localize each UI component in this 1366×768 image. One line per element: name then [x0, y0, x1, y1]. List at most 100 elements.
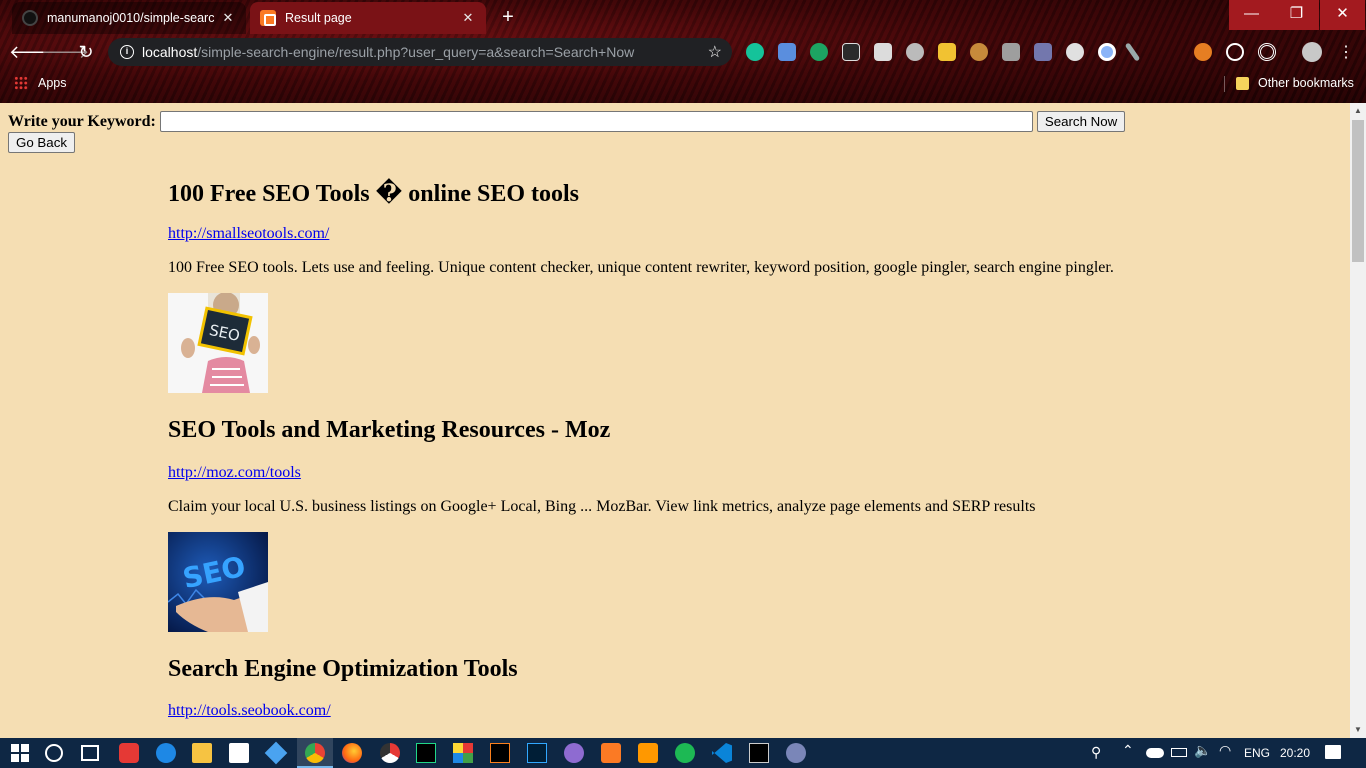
intellij-icon[interactable] — [490, 743, 510, 763]
terminal-icon[interactable] — [749, 743, 769, 763]
keyword-label: Write your Keyword: — [8, 112, 156, 130]
search-form: Write your Keyword: Search Now — [8, 111, 1126, 132]
bookmarks-bar: Apps Other bookmarks — [0, 72, 1366, 96]
clipboard-extension-icon[interactable] — [938, 43, 956, 61]
app-swirl-icon[interactable] — [786, 743, 806, 763]
tab-result-page[interactable]: Result page ✕ — [250, 2, 486, 34]
grammarly-extension-icon[interactable] — [746, 43, 764, 61]
edge-icon[interactable] — [156, 743, 176, 763]
tab-close-icon[interactable]: ✕ — [220, 10, 236, 26]
pycharm-icon[interactable] — [416, 743, 436, 763]
bookmark-star-icon[interactable]: ☆ — [708, 42, 722, 62]
windows-taskbar: ⚲ ⌃ 🔈 ◠ ENG 20:20 — [0, 738, 1366, 768]
people-icon[interactable]: ⚲ — [1091, 744, 1109, 762]
page-content: Write your Keyword: Search Now Go Back 1… — [0, 103, 1350, 738]
battery-icon[interactable] — [1171, 748, 1187, 757]
github-icon — [22, 10, 38, 26]
wifi-icon[interactable]: ◠ — [1219, 742, 1239, 762]
chrome-icon[interactable] — [305, 743, 325, 763]
result-image: SEO — [168, 532, 268, 632]
menu-dots-icon[interactable]: ⋮ — [1333, 40, 1359, 66]
window-extension-icon[interactable] — [874, 43, 892, 61]
bookmark-other[interactable]: Other bookmarks — [1236, 76, 1354, 90]
search-icon[interactable] — [45, 744, 63, 762]
app-cat-icon[interactable] — [564, 743, 584, 763]
scroll-down-icon[interactable]: ▼ — [1354, 725, 1362, 734]
page-scrollbar[interactable]: ▲ ▼ — [1350, 103, 1366, 738]
chevron-up-icon[interactable]: ⌃ — [1122, 742, 1142, 762]
store-icon[interactable] — [229, 743, 249, 763]
tab-close-icon[interactable]: ✕ — [460, 10, 476, 26]
windows-start-icon[interactable] — [11, 744, 29, 762]
url-text: localhost/simple-search-engine/result.ph… — [142, 44, 635, 60]
puzzle-extension-icon[interactable] — [1194, 43, 1212, 61]
result-title: 100 Free SEO Tools � online SEO tools — [168, 181, 580, 207]
result-item: SEO Tools and Marketing Resources - Moz … — [168, 417, 1036, 632]
browser-chrome: manumanoj0010/simple-search-e ✕ Result p… — [0, 0, 1366, 103]
tab-title: Result page — [285, 11, 352, 25]
ring-extension-icon[interactable] — [1098, 43, 1116, 61]
firefox-icon[interactable] — [342, 743, 362, 763]
result-link[interactable]: http://smallseotools.com/ — [168, 225, 329, 243]
bookmarks-divider — [1224, 76, 1225, 92]
onedrive-icon[interactable] — [1146, 748, 1164, 758]
folder-icon — [1236, 76, 1249, 90]
profile-avatar-icon[interactable] — [1302, 42, 1322, 62]
keyword-input[interactable] — [159, 111, 1033, 132]
scroll-up-icon[interactable]: ▲ — [1354, 106, 1362, 115]
task-view-icon[interactable] — [81, 745, 99, 761]
language-indicator[interactable]: ENG — [1244, 746, 1270, 760]
result-image: SEO — [168, 293, 268, 393]
apps-grid-icon — [14, 76, 28, 90]
maximize-button[interactable]: ❐ — [1274, 0, 1319, 30]
new-tab-button[interactable]: + — [494, 5, 522, 31]
vscode-icon[interactable] — [712, 743, 732, 763]
target-extension-icon[interactable] — [1258, 43, 1276, 61]
forward-arrow-icon[interactable]: 🡒 — [41, 39, 89, 65]
result-link[interactable]: http://tools.seobook.com/ — [168, 702, 331, 720]
result-title: SEO Tools and Marketing Resources - Moz — [168, 417, 611, 443]
address-bar[interactable]: i localhost/simple-search-engine/result.… — [108, 38, 732, 66]
photoshop-icon[interactable] — [527, 743, 547, 763]
sublime-icon[interactable] — [638, 743, 658, 763]
result-item: Search Engine Optimization Tools http://… — [168, 656, 518, 719]
spotify-icon[interactable] — [675, 743, 695, 763]
xampp-icon[interactable] — [601, 743, 621, 763]
app-p-icon[interactable] — [119, 743, 139, 763]
php-extension-icon[interactable] — [1034, 43, 1052, 61]
spy-extension-icon[interactable] — [906, 43, 924, 61]
other-bookmarks-label: Other bookmarks — [1258, 76, 1354, 90]
back-arrow-icon[interactable]: 🡐 — [9, 39, 57, 65]
result-description: 100 Free SEO tools. Lets use and feeling… — [168, 259, 1114, 276]
notifications-icon[interactable] — [1325, 745, 1341, 759]
file-explorer-icon[interactable] — [192, 743, 212, 763]
close-window-button[interactable]: ✕ — [1320, 0, 1365, 30]
scrollbar-thumb[interactable] — [1352, 120, 1364, 262]
result-item: 100 Free SEO Tools � online SEO tools ht… — [168, 178, 1114, 393]
apps-label: Apps — [38, 76, 67, 90]
go-back-button[interactable]: Go Back — [8, 132, 75, 153]
bookmark-apps[interactable]: Apps — [14, 76, 67, 90]
result-description: Claim your local U.S. business listings … — [168, 498, 1036, 515]
tab-title: manumanoj0010/simple-search-e — [47, 11, 214, 25]
xampp-icon — [260, 10, 276, 26]
search-now-button[interactable]: Search Now — [1036, 111, 1126, 132]
app-circle-icon[interactable] — [380, 743, 400, 763]
tab-github[interactable]: manumanoj0010/simple-search-e ✕ — [12, 2, 246, 34]
app-grid-icon[interactable] — [453, 743, 473, 763]
clock[interactable]: 20:20 — [1280, 746, 1310, 760]
dropbox-icon[interactable] — [264, 741, 288, 765]
camera-extension-icon[interactable] — [778, 43, 796, 61]
cart-extension-icon[interactable] — [810, 43, 828, 61]
pen-extension-icon[interactable] — [1124, 42, 1141, 62]
cookie-extension-icon[interactable] — [970, 43, 988, 61]
gear-extension-icon[interactable] — [1066, 43, 1084, 61]
result-link[interactable]: http://moz.com/tools — [168, 464, 301, 482]
minimize-button[interactable]: — — [1229, 0, 1274, 30]
info-icon[interactable]: i — [120, 45, 134, 59]
volume-icon[interactable]: 🔈 — [1194, 742, 1214, 762]
glasses-extension-icon[interactable] — [842, 43, 860, 61]
k-extension-icon[interactable] — [1002, 43, 1020, 61]
reload-icon[interactable]: ↻ — [73, 39, 99, 65]
react-extension-icon[interactable] — [1226, 43, 1244, 61]
